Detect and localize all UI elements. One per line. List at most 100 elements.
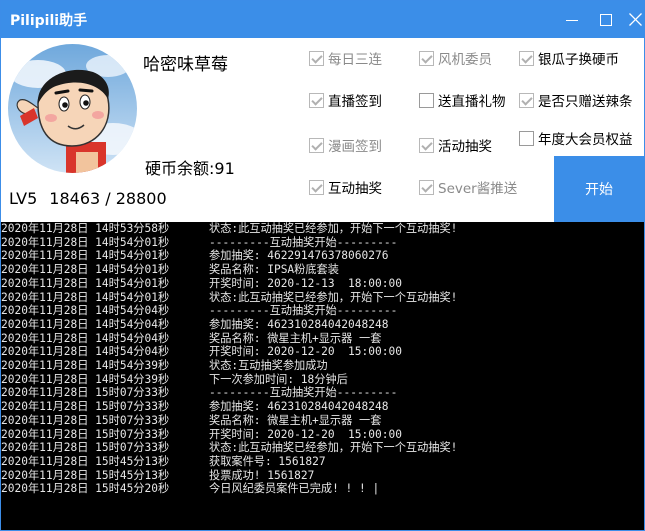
log-message: 开奖时间: 2020-12-20 15:00:00 bbox=[209, 345, 402, 359]
log-line: 2020年11月28日 14时54分04秒 参加抽奖: 4623102840420… bbox=[1, 318, 644, 332]
avatar-image bbox=[8, 44, 137, 173]
log-message: ---------互动抽奖开始--------- bbox=[209, 235, 398, 249]
log-line: 2020年11月28日 15时07分33秒 参加抽奖: 4623102840420… bbox=[1, 400, 644, 414]
log-line: 2020年11月28日 15时07分33秒 开奖时间: 2020-12-20 15… bbox=[1, 428, 644, 442]
log-timestamp: 2020年11月28日 14时54分01秒 bbox=[1, 290, 170, 304]
log-line: 2020年11月28日 14时54分01秒 状态:此互动抽奖已经参加，开始下一个互… bbox=[1, 291, 644, 305]
log-timestamp: 2020年11月28日 15时07分33秒 bbox=[1, 400, 170, 414]
log-timestamp: 2020年11月28日 14时54分04秒 bbox=[1, 317, 170, 331]
log-line: 2020年11月28日 14时54分39秒 状态:互动抽奖参加成功 bbox=[1, 359, 644, 373]
log-message: ---------互动抽奖开始--------- bbox=[209, 304, 398, 318]
checkbox-icon bbox=[519, 92, 534, 108]
log-line: 2020年11月28日 14时53分58秒 状态:此互动抽奖已经参加，开始下一个互… bbox=[1, 222, 644, 236]
log-line: 2020年11月28日 15时07分33秒 状态:此互动抽奖已经参加，开始下一个互… bbox=[1, 441, 644, 455]
log-message: 获取案件号: 1561827 bbox=[209, 454, 326, 468]
option-annual-vip[interactable]: 年度大会员权益 bbox=[519, 128, 633, 148]
log-message: 状态:此互动抽奖已经参加，开始下一个互动抽奖! bbox=[209, 290, 458, 304]
option-label: 活动抽奖 bbox=[438, 139, 492, 155]
window-title: Pilipili助手 bbox=[10, 13, 88, 29]
username: 哈密味草莓 bbox=[143, 55, 228, 75]
option-label: 年度大会员权益 bbox=[538, 132, 633, 148]
log-message: 参加抽奖: 462310284042048248 bbox=[209, 317, 389, 331]
log-line: 2020年11月28日 15时07分33秒 奖品名称: 微星主机+显示器 一套 bbox=[1, 414, 644, 428]
option-label: Sever酱推送 bbox=[438, 181, 518, 197]
log-timestamp: 2020年11月28日 14时54分39秒 bbox=[1, 372, 170, 386]
option-label: 是否只赠送辣条 bbox=[538, 94, 633, 110]
log-timestamp: 2020年11月28日 14时54分04秒 bbox=[1, 304, 170, 318]
log-message: 开奖时间: 2020-12-20 15:00:00 bbox=[209, 427, 402, 441]
checkbox-icon bbox=[419, 179, 434, 195]
log-message: 投票成功! 1561827 bbox=[209, 468, 315, 482]
title-bar[interactable]: Pilipili助手 bbox=[1, 1, 644, 38]
option-interactive-lottery[interactable]: 互动抽奖 bbox=[309, 177, 382, 197]
option-activity-lottery[interactable]: 活动抽奖 bbox=[419, 135, 492, 155]
control-panel: 哈密味草莓 硬币余额:91 LV5 18463 / 28800 每日三连 风机委员… bbox=[1, 38, 644, 222]
log-message: ---------互动抽奖开始--------- bbox=[209, 386, 398, 400]
log-timestamp: 2020年11月28日 14时54分04秒 bbox=[1, 331, 170, 345]
option-comic-checkin[interactable]: 漫画签到 bbox=[309, 135, 382, 155]
log-message: 参加抽奖: 462310284042048248 bbox=[209, 400, 389, 414]
app-window: Pilipili助手 哈密味草莓 硬币余额:91 LV5 18463 / 288… bbox=[0, 0, 645, 531]
log-line: 2020年11月28日 14时54分04秒 开奖时间: 2020-12-20 15… bbox=[1, 345, 644, 359]
checkbox-icon bbox=[309, 50, 324, 66]
log-message: 奖品名称: 微星主机+显示器 一套 bbox=[209, 331, 382, 345]
option-discipline-committee[interactable]: 风机委员 bbox=[419, 48, 492, 68]
log-line: 2020年11月28日 14时54分01秒 参加抽奖: 4622914763780… bbox=[1, 249, 644, 263]
log-timestamp: 2020年11月28日 14时54分01秒 bbox=[1, 249, 170, 263]
log-line: 2020年11月28日 14时54分39秒 下一次参加时间: 18分钟后 bbox=[1, 373, 644, 387]
log-line: 2020年11月28日 14时54分01秒 ---------互动抽奖开始----… bbox=[1, 236, 644, 250]
exp-progress: 18463 / 28800 bbox=[49, 189, 167, 208]
minimize-icon bbox=[566, 20, 578, 21]
option-silver-to-coin[interactable]: 银瓜子换硬币 bbox=[519, 48, 619, 68]
option-label: 送直播礼物 bbox=[438, 94, 506, 110]
option-label: 直播签到 bbox=[328, 94, 382, 110]
coin-balance: 硬币余额:91 bbox=[145, 159, 235, 178]
log-timestamp: 2020年11月28日 14时54分04秒 bbox=[1, 345, 170, 359]
avatar bbox=[8, 44, 137, 173]
option-live-checkin[interactable]: 直播签到 bbox=[309, 90, 382, 110]
log-timestamp: 2020年11月28日 14时53分58秒 bbox=[1, 222, 170, 235]
start-button[interactable]: 开始 bbox=[554, 156, 644, 222]
log-line: 2020年11月28日 14时54分01秒 开奖时间: 2020-12-13 18… bbox=[1, 277, 644, 291]
option-label: 银瓜子换硬币 bbox=[538, 52, 619, 68]
log-message: 今日风纪委员案件已完成! ! ! | bbox=[209, 482, 380, 496]
log-line: 2020年11月28日 15时45分20秒 今日风纪委员案件已完成! ! ! | bbox=[1, 482, 644, 496]
checkbox-icon bbox=[309, 137, 324, 153]
checkbox-icon bbox=[419, 50, 434, 66]
log-line: 2020年11月28日 15时45分13秒 投票成功! 1561827 bbox=[1, 469, 644, 483]
option-live-gift[interactable]: 送直播礼物 bbox=[419, 90, 506, 110]
log-line: 2020年11月28日 15时45分13秒 获取案件号: 1561827 bbox=[1, 455, 644, 469]
log-timestamp: 2020年11月28日 14时54分01秒 bbox=[1, 276, 170, 290]
option-label: 互动抽奖 bbox=[328, 181, 382, 197]
checkbox-icon bbox=[419, 137, 434, 153]
option-daily-triple[interactable]: 每日三连 bbox=[309, 48, 382, 68]
checkbox-icon bbox=[419, 92, 434, 108]
log-timestamp: 2020年11月28日 14时54分01秒 bbox=[1, 235, 170, 249]
log-timestamp: 2020年11月28日 15时45分13秒 bbox=[1, 468, 170, 482]
log-message: 状态:此互动抽奖已经参加，开始下一个互动抽奖! bbox=[209, 222, 458, 235]
option-label: 每日三连 bbox=[328, 52, 382, 68]
log-timestamp: 2020年11月28日 15时07分33秒 bbox=[1, 413, 170, 427]
option-sever-push[interactable]: Sever酱推送 bbox=[419, 177, 517, 197]
close-icon bbox=[628, 13, 642, 26]
close-button[interactable] bbox=[618, 1, 645, 38]
minimize-button[interactable] bbox=[555, 1, 589, 38]
option-only-latiao[interactable]: 是否只赠送辣条 bbox=[519, 90, 633, 110]
checkbox-icon bbox=[309, 179, 324, 195]
option-label: 漫画签到 bbox=[328, 139, 382, 155]
log-message: 状态:互动抽奖参加成功 bbox=[209, 359, 328, 373]
option-label: 风机委员 bbox=[438, 52, 492, 68]
log-message: 参加抽奖: 462291476378060276 bbox=[209, 249, 389, 263]
log-message: 状态:此互动抽奖已经参加，开始下一个互动抽奖! bbox=[209, 441, 458, 455]
log-timestamp: 2020年11月28日 15时07分33秒 bbox=[1, 427, 170, 441]
log-message: 奖品名称: 微星主机+显示器 一套 bbox=[209, 413, 382, 427]
level-label: LV5 bbox=[9, 189, 38, 208]
log-timestamp: 2020年11月28日 15时45分20秒 bbox=[1, 482, 170, 496]
log-console[interactable]: 2020年11月28日 14时53分58秒状态:此互动抽奖已经参加，开始下一个互… bbox=[1, 222, 644, 530]
log-timestamp: 2020年11月28日 15时07分33秒 bbox=[1, 441, 170, 455]
log-line: 2020年11月28日 15时07分33秒 ---------互动抽奖开始----… bbox=[1, 386, 644, 400]
log-line: 2020年11月28日 14时54分01秒 奖品名称: IPSA粉底套装 bbox=[1, 263, 644, 277]
checkbox-icon bbox=[519, 130, 534, 146]
log-timestamp: 2020年11月28日 14时54分39秒 bbox=[1, 359, 170, 373]
maximize-icon bbox=[600, 13, 612, 26]
